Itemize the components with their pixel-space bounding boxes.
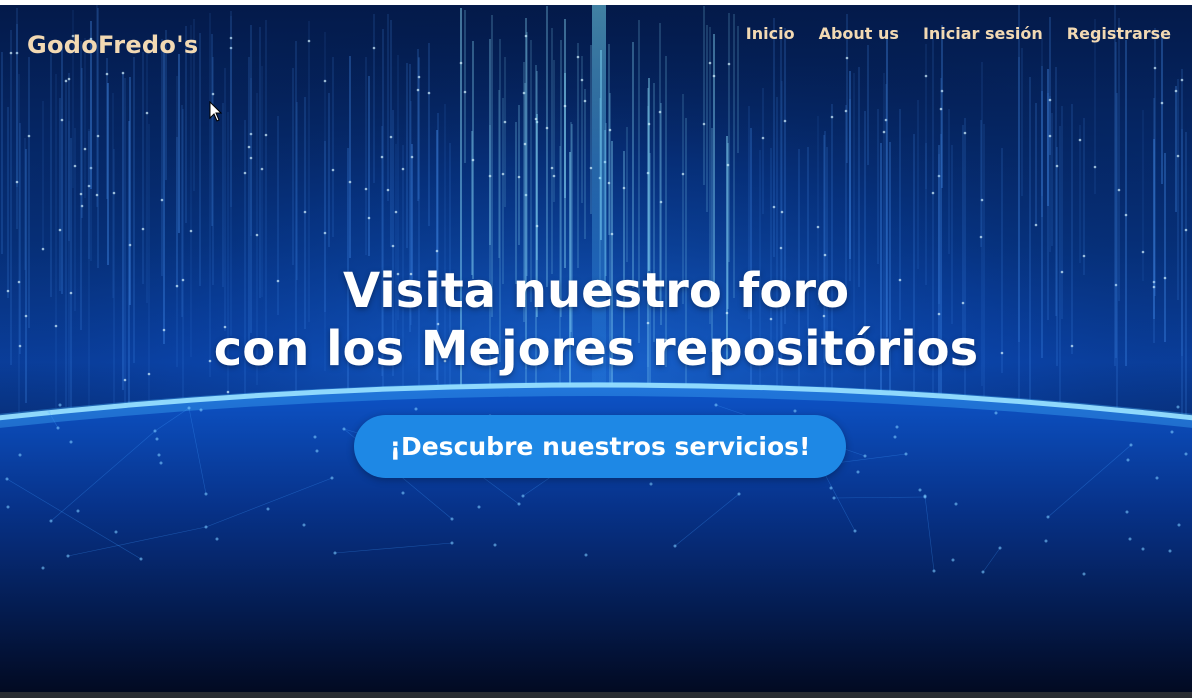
hero-section: GodoFredo's Inicio About us Iniciar sesi… bbox=[0, 5, 1192, 692]
hero-headline: Visita nuestro foro con los Mejores repo… bbox=[0, 262, 1192, 378]
brand-logo[interactable]: GodoFredo's bbox=[27, 31, 198, 59]
nav-link-inicio[interactable]: Inicio bbox=[746, 24, 795, 43]
hero-headline-line-1: Visita nuestro foro bbox=[342, 263, 850, 319]
nav-link-about-us[interactable]: About us bbox=[819, 24, 899, 43]
window-bottom-edge bbox=[0, 692, 1192, 698]
discover-services-button[interactable]: ¡Descubre nuestros servicios! bbox=[354, 415, 846, 478]
nav-link-registrarse[interactable]: Registrarse bbox=[1067, 24, 1171, 43]
hero-headline-line-2: con los Mejores repositórios bbox=[213, 321, 979, 377]
top-navigation: Inicio About us Iniciar sesión Registrar… bbox=[746, 24, 1171, 43]
nav-link-iniciar-sesion[interactable]: Iniciar sesión bbox=[923, 24, 1043, 43]
mouse-pointer-icon bbox=[209, 101, 223, 122]
